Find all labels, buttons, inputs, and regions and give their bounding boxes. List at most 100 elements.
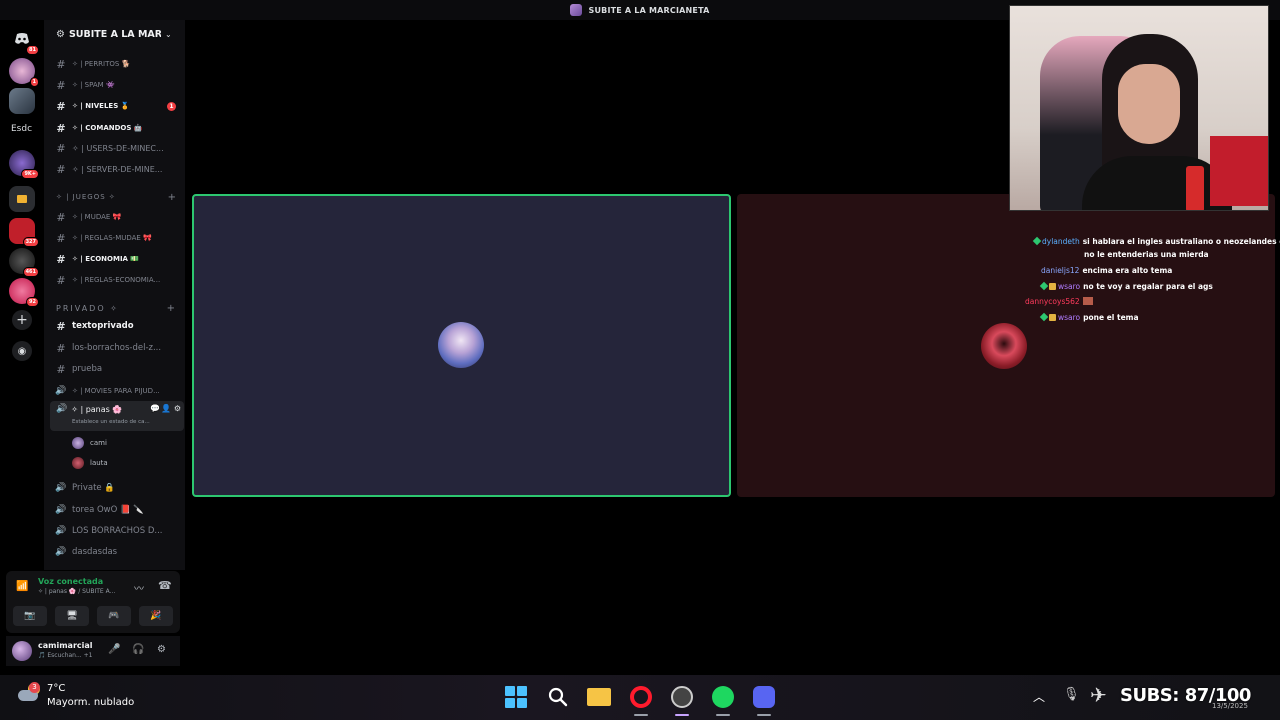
speaker-icon: 🔊: [56, 404, 68, 414]
chat-text: pone el tema: [1083, 313, 1139, 322]
unread-badge: 1: [29, 77, 39, 87]
server-label[interactable]: Esdc: [11, 124, 32, 134]
add-channel-icon[interactable]: +: [168, 192, 177, 203]
hash-icon: #: [56, 341, 66, 355]
jet-icon: ✈: [1090, 683, 1107, 707]
voice-channel-item[interactable]: 🔊 torea OwO 📕 🔪: [54, 501, 182, 519]
start-button[interactable]: [503, 684, 529, 710]
chat-text: no le entenderias una mierda: [1084, 250, 1209, 259]
diamond-badge-icon: [1039, 281, 1049, 291]
voice-status-text[interactable]: Establece un estado de ca...: [72, 419, 150, 425]
chevron-up-icon[interactable]: ︿: [1033, 688, 1045, 705]
channel-item[interactable]: # ✧ | MUDAE 🎀: [54, 208, 182, 226]
weather-temperature[interactable]: 7°C: [47, 683, 65, 694]
voice-channel-item[interactable]: 🔊 dasdasdas: [54, 543, 182, 561]
add-server-icon[interactable]: +: [12, 310, 32, 330]
weather-description[interactable]: Mayorm. nublado: [47, 697, 134, 708]
channel-item[interactable]: # textoprivado: [54, 317, 182, 335]
spotify-button[interactable]: [710, 684, 736, 710]
hash-icon: #: [56, 252, 66, 266]
invite-icon[interactable]: 👤: [161, 404, 171, 413]
opera-button[interactable]: [628, 684, 654, 710]
voice-channel-active[interactable]: 🔊 ✧ | panas 🌸 Establece un estado de ca.…: [50, 401, 184, 431]
noise-suppression-icon[interactable]: 〰: [134, 580, 144, 595]
headphones-icon[interactable]: 🎧: [132, 644, 144, 655]
channel-item[interactable]: # los-borrachos-del-z...: [54, 339, 182, 357]
camera-off-button[interactable]: 📷: [13, 606, 47, 626]
add-channel-icon[interactable]: +: [167, 303, 177, 314]
discord-home-icon[interactable]: 81: [9, 26, 39, 55]
gear-icon: ⚙: [56, 28, 65, 40]
signal-icon[interactable]: 📶: [16, 581, 28, 592]
microphone-icon[interactable]: 🎤: [108, 644, 120, 655]
windows-taskbar: 3 7°C Mayorm. nublado ︿ 🎙 ✈ SUBS: 87/100…: [0, 675, 1280, 720]
channel-item[interactable]: # ✧ | PERRITOS 🐕: [54, 55, 182, 73]
hash-icon: #: [56, 362, 66, 376]
unread-badge: 92: [26, 297, 39, 307]
discord-button[interactable]: [751, 684, 777, 710]
chat-bubble-icon[interactable]: 💬: [150, 404, 160, 413]
server-avatar-icon[interactable]: 1: [9, 58, 39, 87]
streamer-face: [1118, 64, 1180, 144]
voice-channel-item[interactable]: 🔊 Private 🔒: [54, 479, 182, 497]
windows-logo-icon: [505, 686, 527, 708]
speaker-icon: 🔊: [55, 526, 67, 536]
hash-icon: #: [56, 121, 66, 135]
category-juegos[interactable]: ✧ | JUEGOS ✧ +: [56, 190, 181, 204]
gear-icon[interactable]: ⚙: [157, 644, 166, 655]
channel-item[interactable]: # ✧ | USERS-DE-MINEC...: [54, 139, 182, 157]
channel-item[interactable]: # ✧ | SPAM 👾: [54, 76, 182, 94]
discover-icon[interactable]: ◉: [12, 341, 32, 361]
channel-item[interactable]: # ✧ | REGLAS-MUDAE 🎀: [54, 229, 182, 247]
channel-item[interactable]: # ✧ | SERVER-DE-MINE...: [54, 160, 182, 178]
hash-icon: #: [56, 273, 66, 287]
channel-item[interactable]: # ✧ | NIVELES 🏅 1: [54, 97, 182, 115]
microphone-icon[interactable]: 🎙: [1063, 687, 1080, 702]
server-avatar-icon[interactable]: 327: [9, 218, 39, 247]
obs-button[interactable]: [669, 684, 695, 710]
channel-item[interactable]: # ✧ | COMANDOS 🤖: [54, 119, 182, 137]
search-icon: [548, 687, 568, 707]
voice-channel-item[interactable]: 🔊 LOS BORRACHOS D...: [54, 522, 182, 540]
file-explorer-button[interactable]: [586, 684, 612, 710]
hash-icon: #: [56, 162, 66, 176]
folder-icon[interactable]: [9, 186, 35, 212]
channel-item[interactable]: # ✧ | ECONOMIA 💵: [54, 250, 182, 268]
gear-icon[interactable]: ⚙: [174, 404, 181, 413]
chat-username: wsaro: [1058, 313, 1081, 322]
speaker-icon: 🔊: [55, 483, 67, 493]
server-avatar-icon[interactable]: 92: [9, 278, 39, 307]
chat-username: dylandeth: [1042, 237, 1080, 246]
clock-date[interactable]: 13/5/2025: [1212, 702, 1248, 710]
activity-button[interactable]: 🎮: [97, 606, 131, 626]
server-avatar-icon[interactable]: 461: [9, 248, 39, 277]
server-avatar-icon[interactable]: [9, 88, 35, 114]
server-header[interactable]: ⚙ SUBITE A LA MAR... ⌄: [44, 20, 185, 48]
voice-user[interactable]: lauta: [72, 455, 172, 471]
voice-channel-item[interactable]: 🔊 ✧ | MOVIES PARA PIJUD...: [54, 382, 182, 400]
mug: [1186, 166, 1204, 210]
hash-icon: #: [56, 99, 66, 113]
unread-badge: 9K+: [21, 169, 39, 179]
spotify-icon: [712, 686, 734, 708]
screen-share-button[interactable]: 🖥: [55, 606, 89, 626]
hash-icon: #: [56, 210, 66, 224]
chat-text: encima era alto tema: [1082, 266, 1173, 275]
discord-icon: [753, 686, 775, 708]
channel-item[interactable]: # prueba: [54, 360, 182, 378]
running-indicator: [716, 714, 730, 716]
running-indicator: [675, 714, 689, 716]
search-button[interactable]: [545, 684, 571, 710]
voice-participant-tile-speaking[interactable]: [192, 194, 731, 497]
server-avatar-icon[interactable]: 9K+: [9, 150, 39, 179]
channel-item[interactable]: # ✧ | REGLAS-ECONOMIA...: [54, 271, 182, 289]
category-privado[interactable]: PRIVADO ✧ +: [56, 301, 181, 315]
soundboard-button[interactable]: 🎉: [139, 606, 173, 626]
disconnect-icon[interactable]: ☎: [158, 579, 172, 592]
speaker-icon: 🔊: [55, 386, 67, 396]
channel-sidebar: ⚙ SUBITE A LA MAR... ⌄ #✧ | PERRITOS 🐕 #…: [44, 20, 185, 570]
voice-user[interactable]: cami: [72, 435, 172, 451]
hash-icon: #: [56, 141, 66, 155]
voice-channel-path[interactable]: ✧ | panas 🌸 / SUBITE A...: [38, 588, 115, 595]
avatar[interactable]: [12, 641, 32, 661]
